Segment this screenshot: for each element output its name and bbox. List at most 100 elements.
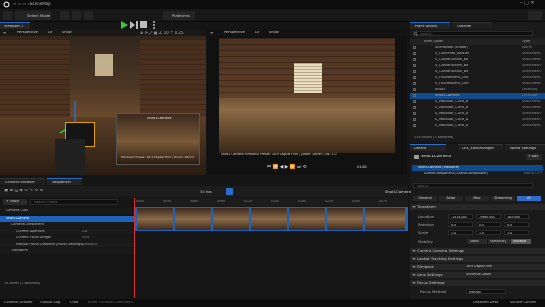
- details-search-input[interactable]: Search: [413, 183, 533, 188]
- rotation-y-field[interactable]: 0.0: [476, 222, 501, 227]
- visibility-toggle[interactable]: [413, 112, 416, 115]
- visibility-toggle[interactable]: [413, 64, 416, 67]
- outliner-row[interactable]: S_Modular_Curb_A StaticMesh: [410, 123, 545, 129]
- transform-section[interactable]: Transform: [410, 204, 545, 210]
- visibility-toggle[interactable]: [413, 52, 416, 55]
- outliner-row[interactable]: S_Fluorescent_Ceil StaticMesh: [410, 81, 545, 87]
- visibility-toggle[interactable]: [413, 70, 416, 73]
- show-button[interactable]: Show: [62, 31, 72, 35]
- outliner-search-input[interactable]: Search...: [413, 31, 533, 36]
- outliner-row[interactable]: Shot1 LevelSeq: [410, 87, 545, 93]
- visibility-toggle[interactable]: [413, 88, 416, 91]
- tab-editor-widget[interactable]: LEX_EditorWidget: [458, 144, 503, 151]
- outliner-row[interactable]: S_Modular_Curb_A StaticMesh: [410, 99, 545, 105]
- mobility-stationary-button[interactable]: Stationary: [488, 239, 510, 244]
- tab-outliner[interactable]: Outliner: [452, 22, 492, 29]
- hamburger-icon[interactable]: ≡: [210, 31, 213, 35]
- save-button[interactable]: [3, 11, 12, 20]
- sequencer-track[interactable]: Transform: [0, 248, 134, 254]
- location-y-field[interactable]: -5960.000: [476, 214, 501, 219]
- play-icon[interactable]: [120, 21, 128, 29]
- track-value[interactable]: 2.8: [82, 230, 87, 233]
- filmback-dropdown[interactable]: 16:9 Digital Film: [466, 265, 492, 268]
- snap-toggle[interactable]: [226, 188, 233, 195]
- fps-dropdown[interactable]: 30 fps: [200, 190, 212, 194]
- scale-y-field[interactable]: 1.0: [476, 230, 501, 235]
- location-z-field[interactable]: 183.000: [504, 214, 529, 219]
- unsaved-data-indicator[interactable]: Unsaved Data: [473, 301, 498, 305]
- visibility-toggle[interactable]: [413, 118, 416, 121]
- add-track-button[interactable]: + Track: [3, 199, 27, 205]
- visibility-toggle[interactable]: [413, 76, 416, 79]
- outliner-row[interactable]: S_Modular_Curb_A StaticMesh: [410, 105, 545, 111]
- visibility-toggle[interactable]: [413, 46, 416, 49]
- sequencer-track[interactable]: Camera Cuts: [0, 208, 134, 214]
- cmd-dropdown[interactable]: Cmd: [70, 301, 78, 305]
- outliner-row[interactable]: S_Construction_Ba StaticMesh: [410, 63, 545, 69]
- perspective-button[interactable]: Perspective: [17, 31, 38, 35]
- console-input[interactable]: Enter Console Command: [88, 301, 133, 305]
- timeline-ruler[interactable]: 0000 0030 0060 0090 0120 0150 0180 0210 0240 0270: [134, 198, 408, 206]
- outliner-row[interactable]: S_Construction_Ba StaticMesh: [410, 57, 545, 63]
- outliner-row[interactable]: S_Construction_Ba StaticMesh: [410, 69, 545, 75]
- visibility-toggle[interactable]: [413, 82, 416, 85]
- tab-sequencer[interactable]: Sequencer: [47, 178, 82, 185]
- outliner-row[interactable]: SceneMap (Editor) World: [410, 45, 545, 51]
- viewport-cinematic[interactable]: ≡ Perspective Lit Show Shot1 Camera Film…: [207, 29, 407, 175]
- rotation-z-field[interactable]: 0.0: [504, 222, 529, 227]
- scale-z-field[interactable]: 1.0: [504, 230, 529, 235]
- visibility-toggle[interactable]: [413, 106, 416, 109]
- focus-method-dropdown[interactable]: Manual: [466, 289, 506, 294]
- tab-content-browser[interactable]: Content Browser: [0, 178, 45, 185]
- filter-tab[interactable]: Misc: [465, 196, 489, 201]
- filter-tab[interactable]: General: [413, 196, 437, 201]
- focus-settings-section[interactable]: Focus Settings: [410, 280, 545, 286]
- filter-tab[interactable]: All: [517, 196, 541, 201]
- content-button[interactable]: [60, 11, 69, 20]
- source-control-button[interactable]: Source Control: [510, 301, 536, 305]
- sequencer-tool-icons[interactable]: ▣ ⊞ ⎙ ◈ ⊙ ✎ ⟲ ⚙: [4, 189, 43, 193]
- sequencer-track[interactable]: Current Aperture 2.8: [0, 228, 134, 234]
- tab-world-settings[interactable]: World Settings: [505, 144, 545, 151]
- sequencer-track[interactable]: Current Focal Length 35.0: [0, 235, 134, 241]
- outliner-row[interactable]: S_Modular_Curb_A StaticMesh: [410, 111, 545, 117]
- stop-icon[interactable]: [140, 21, 148, 29]
- visibility-toggle[interactable]: [413, 94, 416, 97]
- current-camera-settings-section[interactable]: Current Camera Settings: [410, 248, 545, 254]
- viewport-tools-icons[interactable]: ⊕ ⟳ ⤢ ▦ ∠ 10 ⇡ 0.25: [140, 31, 184, 35]
- hamburger-icon[interactable]: ≡: [3, 31, 6, 35]
- visibility-toggle[interactable]: [413, 124, 416, 127]
- tab-place-actors[interactable]: Place Actors: [410, 22, 450, 29]
- outliner-row[interactable]: S_Fluorescent_Ceil StaticMesh: [410, 75, 545, 81]
- add-component-button[interactable]: + Add: [526, 154, 542, 160]
- window-controls[interactable]: – ▢ ✕: [520, 1, 535, 6]
- scale-x-field[interactable]: 1.0: [448, 230, 473, 235]
- settings-button[interactable]: [528, 11, 542, 20]
- perspective-button[interactable]: Perspective: [224, 31, 245, 35]
- track-search-input[interactable]: Search Tracks: [30, 199, 118, 205]
- visibility-toggle[interactable]: [413, 58, 416, 61]
- lens-settings-section[interactable]: Lens Settings Universal Zoom: [410, 272, 545, 278]
- filter-tab[interactable]: Actor: [439, 196, 463, 201]
- sequencer-track[interactable]: CameraComponent: [0, 222, 134, 228]
- filter-tab[interactable]: Streaming: [491, 196, 515, 201]
- lit-button[interactable]: Lit: [255, 31, 259, 35]
- select-mode-dropdown[interactable]: Select Mode: [15, 11, 51, 20]
- camera-clip[interactable]: [135, 207, 408, 231]
- sequencer-track[interactable]: Manual Focus Distance (Focus Settings) 10…: [0, 241, 134, 247]
- location-x-field[interactable]: -1514.000: [448, 214, 473, 219]
- lookat-tracking-section[interactable]: Lookat Tracking Settings: [410, 256, 545, 262]
- menu-icons[interactable]: ≡ ▭ ▭ ▭: [13, 2, 32, 6]
- visibility-toggle[interactable]: [413, 100, 416, 103]
- viewport-perspective[interactable]: ≡ Perspective Lit Show ⊕ ⟳ ⤢ ▦ ∠ 10 ⇡ 0.…: [0, 29, 206, 175]
- filmback-section[interactable]: Filmback 16:9 Digital Film: [410, 264, 545, 270]
- outliner-row[interactable]: Shot1Camera CineCam: [410, 93, 545, 99]
- playback-controls[interactable]: ⏮ ⏪ ◀ ▶ ⏩ ⏭ ⟲: [267, 164, 306, 170]
- outliner-row[interactable]: S_Modular_Curb_A StaticMesh: [410, 117, 545, 123]
- sequencer-track[interactable]: Shot1Camera: [0, 215, 134, 222]
- next-frame-icon[interactable]: [130, 21, 138, 29]
- more-options-icon[interactable]: [150, 21, 158, 29]
- outliner-row[interactable]: S_Concrete_Barrier StaticMesh: [410, 51, 545, 57]
- platforms-dropdown[interactable]: Platforms: [163, 11, 195, 20]
- blueprint-button[interactable]: [72, 11, 81, 20]
